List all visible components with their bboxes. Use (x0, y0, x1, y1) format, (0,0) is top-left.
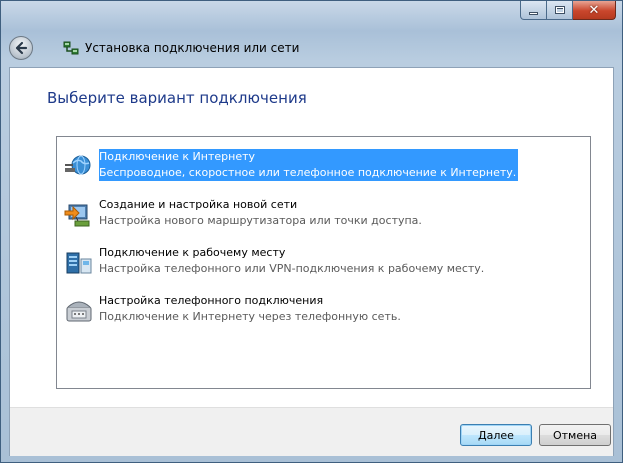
option-title: Подключение к рабочему месту (99, 246, 286, 259)
window-title: Установка подключения или сети (85, 41, 300, 55)
minimize-icon (529, 11, 538, 15)
option-workplace[interactable]: Подключение к рабочему месту Настройка т… (61, 243, 586, 279)
option-workplace-text: Подключение к рабочему месту Настройка т… (99, 245, 484, 277)
minimize-button[interactable] (520, 1, 547, 20)
option-description: Настройка нового маршрутизатора или точк… (99, 214, 422, 227)
wizard-footer: Далее Отмена (10, 407, 613, 456)
wizard-content: Выберите вариант подключения Подключение… (9, 67, 614, 456)
phone-icon (66, 301, 92, 322)
option-dialup-text: Настройка телефонного подключения Подклю… (99, 293, 401, 325)
next-button[interactable]: Далее (460, 424, 532, 446)
option-description: Беспроводное, скоростное или телефонное … (99, 166, 517, 179)
page-title: Выберите вариант подключения (47, 89, 307, 107)
option-title: Настройка телефонного подключения (99, 294, 324, 307)
caption-buttons: ✕ (520, 1, 616, 20)
connection-options-list: Подключение к Интернету Беспроводное, ск… (56, 136, 591, 389)
globe-icon (65, 155, 91, 175)
option-description: Настройка телефонного или VPN-подключени… (99, 262, 485, 275)
option-new-network-text: Создание и настройка новой сети Настройк… (99, 197, 422, 229)
wizard-window: ✕ Установка подключения или сети Выберит… (0, 0, 623, 463)
option-new-network[interactable]: Создание и настройка новой сети Настройк… (61, 195, 586, 231)
cancel-button[interactable]: Отмена (539, 424, 611, 446)
option-description: Подключение к Интернету через телефонную… (99, 310, 401, 323)
wizard-header: Установка подключения или сети (9, 31, 299, 65)
option-internet-text: Подключение к Интернету Беспроводное, ск… (99, 149, 519, 181)
workplace-icon (66, 252, 92, 274)
close-button[interactable]: ✕ (573, 1, 616, 20)
close-icon: ✕ (588, 2, 600, 18)
back-arrow-icon (15, 41, 28, 55)
option-title: Подключение к Интернету (99, 150, 256, 163)
maximize-button[interactable] (547, 1, 573, 20)
router-icon (64, 204, 90, 227)
option-dialup[interactable]: Настройка телефонного подключения Подклю… (61, 291, 586, 327)
back-button[interactable] (9, 36, 33, 60)
option-internet[interactable]: Подключение к Интернету Беспроводное, ск… (61, 147, 586, 183)
maximize-icon (554, 6, 565, 14)
option-title: Создание и настройка новой сети (99, 198, 298, 211)
network-icon (63, 41, 79, 55)
